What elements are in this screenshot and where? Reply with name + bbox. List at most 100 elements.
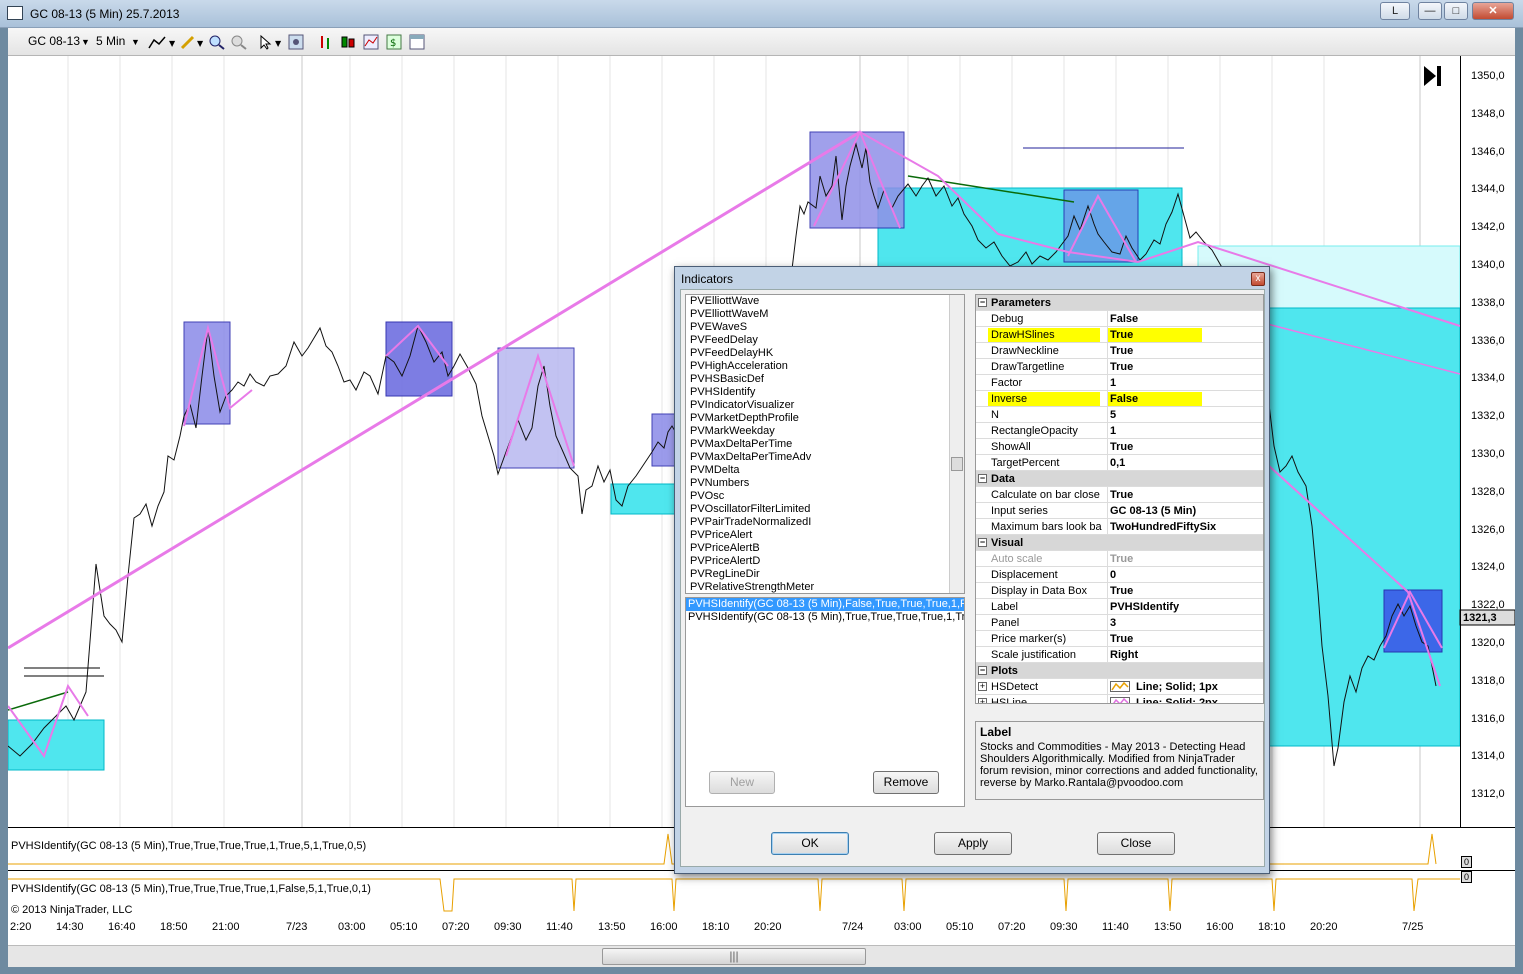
zoom-in-icon[interactable] [208, 34, 226, 50]
property-row[interactable]: Display in Data Box True [976, 583, 1263, 599]
property-row[interactable]: N5 [976, 407, 1263, 423]
property-value[interactable]: TwoHundredFiftySix [1110, 520, 1262, 534]
indicator-list-item[interactable]: PVElliottWaveM [686, 308, 964, 321]
property-row[interactable]: Panel 3 [976, 615, 1263, 631]
property-value[interactable]: False [1110, 312, 1262, 326]
collapse-icon[interactable]: − [978, 474, 987, 483]
property-row[interactable]: DrawTargetline True [976, 359, 1263, 375]
property-row[interactable]: Factor 1 [976, 375, 1263, 391]
indicator-list-item[interactable]: PVHSBasicDef [686, 373, 964, 386]
available-indicators-list[interactable]: PVElliottWave PVElliottWaveM PVEWaveS PVFee… [685, 294, 965, 594]
property-row[interactable]: Calculate on bar close True [976, 487, 1263, 503]
bar-type-icon[interactable] [318, 34, 334, 50]
indicator-list-item[interactable]: PVElliottWave [686, 295, 964, 308]
collapse-icon[interactable]: − [978, 538, 987, 547]
property-row[interactable]: DrawHSlines True [976, 327, 1263, 343]
indicator-list-item[interactable]: PVOsc [686, 490, 964, 503]
close-button[interactable]: Close [1097, 832, 1175, 855]
property-value[interactable]: 1 [1110, 424, 1262, 438]
candlestick-icon[interactable] [340, 34, 356, 50]
property-row[interactable]: Input series GC 08-13 (5 Min) [976, 503, 1263, 519]
property-value[interactable]: True [1110, 584, 1262, 598]
indicator-list-item[interactable]: PVNumbers [686, 477, 964, 490]
category-plots[interactable]: − Plots [976, 663, 1263, 679]
indicator-list-item[interactable]: PVHighAcceleration [686, 360, 964, 373]
strategies-icon[interactable]: $ [386, 34, 402, 50]
expand-icon[interactable]: + [978, 682, 987, 691]
indicator-list-item[interactable]: PVOscillatorFilterLimited [686, 503, 964, 516]
indicator-list-item[interactable]: PVPriceAlert [686, 529, 964, 542]
property-row[interactable]: Auto scale True [976, 551, 1263, 567]
indicator-list-item[interactable]: PVMaxDeltaPerTimeAdv [686, 451, 964, 464]
category-data[interactable]: − Data [976, 471, 1263, 487]
maximize-button[interactable]: □ [1444, 2, 1468, 20]
indicators-icon[interactable] [363, 34, 379, 50]
property-value[interactable]: Line; Solid; 2px [1136, 696, 1263, 703]
indicator-list-item[interactable]: PVMaxDeltaPerTime [686, 438, 964, 451]
property-row[interactable]: Displacement 0 [976, 567, 1263, 583]
indicator-list-item[interactable]: PVMarkWeekday [686, 425, 964, 438]
new-button[interactable]: New [709, 771, 775, 794]
collapse-icon[interactable]: − [978, 298, 987, 307]
property-value[interactable]: True [1110, 328, 1262, 342]
category-parameters[interactable]: − Parameters [976, 295, 1263, 311]
property-row[interactable]: TargetPercent 0,1 [976, 455, 1263, 471]
indicator-list-item[interactable]: PVRegLineDir [686, 568, 964, 581]
property-row[interactable]: DrawNeckline True [976, 343, 1263, 359]
indicator-panel-3[interactable]: PVHSIdentify(GC 08-13 (5 Min),True,True,… [8, 870, 1515, 916]
period-dropdown-icon[interactable]: ▼ [131, 37, 140, 47]
property-row[interactable]: Label PVHSIdentify [976, 599, 1263, 615]
property-value[interactable]: 5 [1110, 408, 1262, 422]
property-value[interactable]: 3 [1110, 616, 1262, 630]
properties-icon[interactable] [288, 34, 304, 50]
instrument-dropdown-icon[interactable]: ▼ [81, 37, 90, 47]
expand-icon[interactable]: + [978, 698, 987, 703]
property-value[interactable]: 0,1 [1110, 456, 1262, 470]
pencil-tool-icon[interactable]: ▼ [180, 34, 206, 50]
property-value[interactable]: 0 [1110, 568, 1262, 582]
property-value[interactable]: True [1110, 344, 1262, 358]
indicator-list-item[interactable]: PVPairTradeNormalizedI [686, 516, 964, 529]
minimize-button[interactable]: — [1418, 2, 1442, 20]
property-value[interactable]: False [1110, 392, 1262, 406]
indicator-list-item[interactable]: PVMDelta [686, 464, 964, 477]
property-value[interactable]: True [1110, 632, 1262, 646]
property-row[interactable]: RectangleOpacity 1 [976, 423, 1263, 439]
property-row[interactable]: Scale justification Right [976, 647, 1263, 663]
line-tool-icon[interactable]: ▼ [148, 34, 178, 50]
horizontal-scrollbar[interactable]: ||| [8, 945, 1515, 967]
property-row[interactable]: Debug False [976, 311, 1263, 327]
indicator-list-item[interactable]: PVRelativeStrengthMeter [686, 581, 964, 593]
category-visual[interactable]: − Visual [976, 535, 1263, 551]
indicator-list-scrollbar[interactable] [949, 295, 964, 593]
applied-indicator-item[interactable]: PVHSIdentify(GC 08-13 (5 Min),False,True… [686, 598, 964, 611]
property-row[interactable]: Price marker(s) True [976, 631, 1263, 647]
zoom-out-icon[interactable] [230, 34, 248, 50]
property-grid[interactable]: − Parameters Debug False DrawHSlines True Draw… [975, 294, 1264, 704]
indicator-list-item[interactable]: PVPriceAlertB [686, 542, 964, 555]
data-box-icon[interactable] [409, 34, 425, 50]
indicator-list-item[interactable]: PVPriceAlertD [686, 555, 964, 568]
ok-button[interactable]: OK [771, 832, 849, 855]
remove-button[interactable]: Remove [873, 771, 939, 794]
property-value[interactable]: True [1110, 488, 1262, 502]
indicator-list-item[interactable]: PVMarketDepthProfile [686, 412, 964, 425]
property-value[interactable]: Line; Solid; 1px [1136, 680, 1263, 694]
collapse-icon[interactable]: − [978, 666, 987, 675]
indicator-list-item[interactable]: PVHSIdentify [686, 386, 964, 399]
indicator-list-item[interactable]: PVFeedDelayHK [686, 347, 964, 360]
property-row[interactable]: Inverse False [976, 391, 1263, 407]
applied-indicator-item[interactable]: PVHSIdentify(GC 08-13 (5 Min),True,True,… [686, 611, 964, 624]
property-row[interactable]: Maximum bars look ba TwoHundredFiftySix [976, 519, 1263, 535]
property-value[interactable]: GC 08-13 (5 Min) [1110, 504, 1262, 518]
close-window-button[interactable]: ✕ [1472, 2, 1514, 20]
property-row[interactable]: ShowAll True [976, 439, 1263, 455]
property-value[interactable]: True [1110, 552, 1262, 566]
property-value[interactable]: 1 [1110, 376, 1262, 390]
property-row[interactable]: + HSDetect Line; Solid; 1px [976, 679, 1263, 695]
dialog-close-icon[interactable]: x [1251, 272, 1265, 286]
property-row[interactable]: + HSLine Line; Solid; 2px [976, 695, 1263, 703]
property-value[interactable]: Right [1110, 648, 1262, 662]
period-selector[interactable]: 5 Min [96, 34, 125, 48]
indicator-list-item[interactable]: PVIndicatorVisualizer [686, 399, 964, 412]
